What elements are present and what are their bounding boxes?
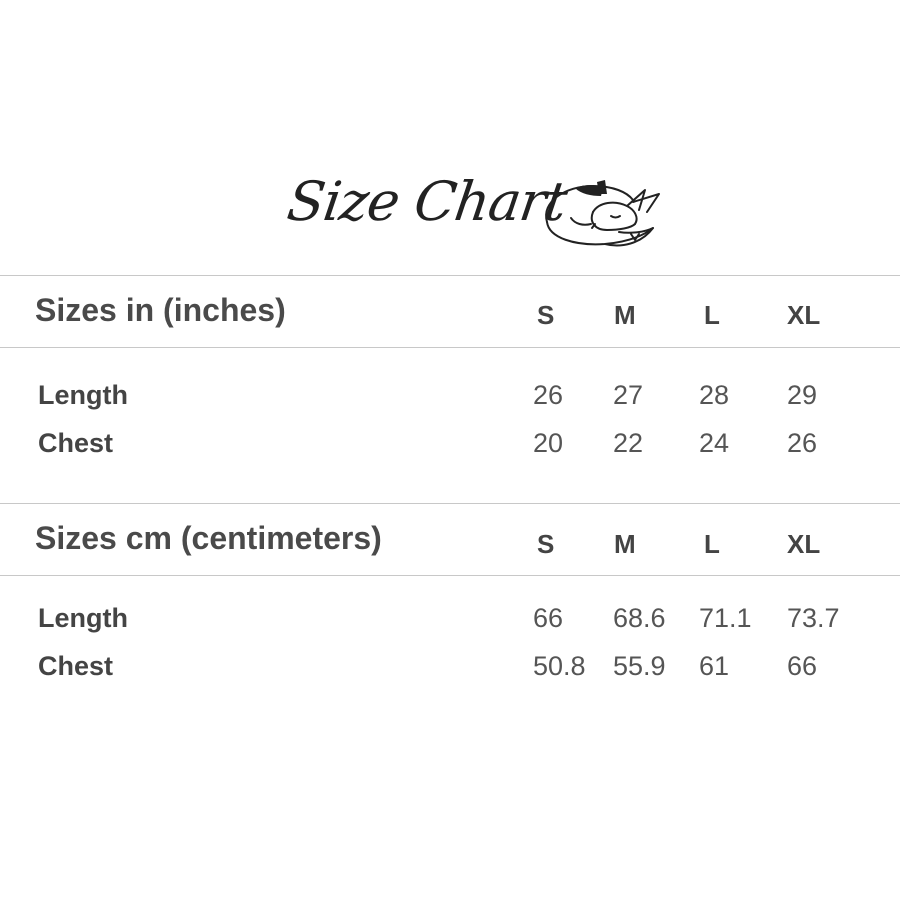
table-cell: 73.7 bbox=[787, 603, 840, 633]
table-cell: 26 bbox=[787, 428, 818, 458]
section-title-inches: Sizes in (inches) bbox=[35, 292, 286, 328]
table-cell: 68.6 bbox=[613, 603, 666, 633]
size-header-m: M bbox=[614, 529, 636, 559]
table-cell: 29 bbox=[787, 380, 818, 410]
size-chart-header: Size Chart bbox=[0, 160, 900, 260]
table-cell: 28 bbox=[699, 380, 730, 410]
table-cell: 20 bbox=[533, 428, 564, 458]
size-header-xl: XL bbox=[787, 300, 821, 330]
size-header-s: S bbox=[537, 300, 555, 330]
row-label-length: Length bbox=[38, 380, 128, 410]
table-cell: 22 bbox=[613, 428, 644, 458]
size-header-l: L bbox=[704, 300, 720, 330]
table-cell: 66 bbox=[787, 651, 818, 681]
divider bbox=[0, 347, 900, 348]
divider bbox=[0, 275, 900, 276]
sleeping-fox-icon bbox=[545, 180, 660, 247]
size-header-s: S bbox=[537, 529, 555, 559]
size-header-xl: XL bbox=[787, 529, 821, 559]
table-cell: 55.9 bbox=[613, 651, 666, 681]
size-header-m: M bbox=[614, 300, 636, 330]
row-label-length: Length bbox=[38, 603, 128, 633]
row-label-chest: Chest bbox=[38, 428, 114, 458]
size-header-l: L bbox=[704, 529, 720, 559]
table-cell: 50.8 bbox=[533, 651, 586, 681]
divider bbox=[0, 575, 900, 576]
row-label-chest: Chest bbox=[38, 651, 114, 681]
table-cell: 66 bbox=[533, 603, 564, 633]
table-cell: 61 bbox=[699, 651, 730, 681]
table-cell: 24 bbox=[699, 428, 730, 458]
page-title: Size Chart bbox=[283, 170, 571, 233]
table-cell: 27 bbox=[613, 380, 644, 410]
table-cell: 26 bbox=[533, 380, 564, 410]
table-cell: 71.1 bbox=[699, 603, 752, 633]
divider bbox=[0, 503, 900, 504]
section-title-cm: Sizes cm (centimeters) bbox=[35, 520, 382, 556]
